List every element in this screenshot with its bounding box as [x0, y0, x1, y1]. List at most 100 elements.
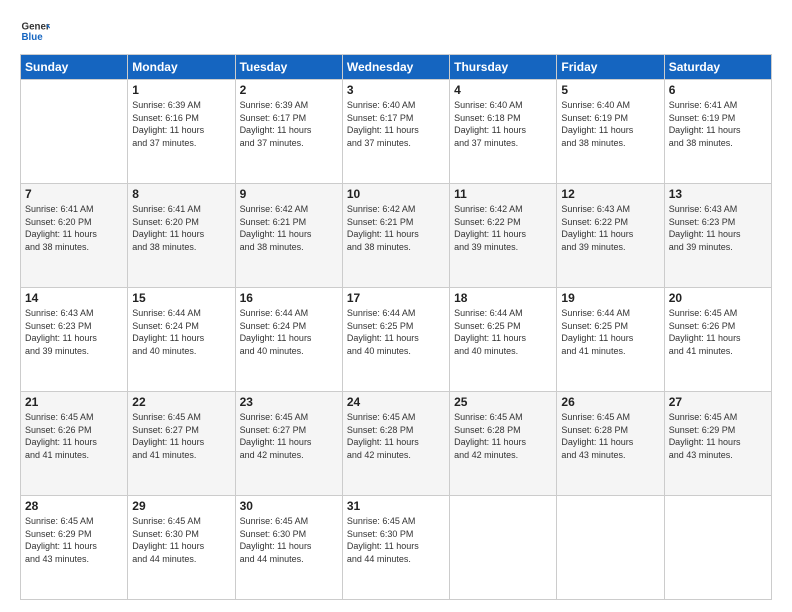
day-info: Sunrise: 6:44 AM Sunset: 6:24 PM Dayligh…: [132, 307, 230, 357]
day-number: 10: [347, 187, 445, 201]
day-number: 23: [240, 395, 338, 409]
day-info: Sunrise: 6:45 AM Sunset: 6:27 PM Dayligh…: [240, 411, 338, 461]
day-number: 12: [561, 187, 659, 201]
calendar-cell: 28 Sunrise: 6:45 AM Sunset: 6:29 PM Dayli…: [21, 496, 128, 600]
day-info: Sunrise: 6:44 AM Sunset: 6:25 PM Dayligh…: [454, 307, 552, 357]
week-row-2: 7 Sunrise: 6:41 AM Sunset: 6:20 PM Daylig…: [21, 184, 772, 288]
day-info: Sunrise: 6:45 AM Sunset: 6:26 PM Dayligh…: [669, 307, 767, 357]
week-row-5: 28 Sunrise: 6:45 AM Sunset: 6:29 PM Dayli…: [21, 496, 772, 600]
day-number: 20: [669, 291, 767, 305]
day-info: Sunrise: 6:43 AM Sunset: 6:22 PM Dayligh…: [561, 203, 659, 253]
calendar-cell: 26 Sunrise: 6:45 AM Sunset: 6:28 PM Dayli…: [557, 392, 664, 496]
calendar-cell: 29 Sunrise: 6:45 AM Sunset: 6:30 PM Dayli…: [128, 496, 235, 600]
calendar-cell: 5Sunrise: 6:40 AM Sunset: 6:19 PM Daylig…: [557, 80, 664, 184]
day-number: 1: [132, 83, 230, 97]
day-number: 4: [454, 83, 552, 97]
day-info: Sunrise: 6:44 AM Sunset: 6:25 PM Dayligh…: [561, 307, 659, 357]
day-info: Sunrise: 6:41 AM Sunset: 6:19 PM Dayligh…: [669, 99, 767, 149]
calendar-cell: 1Sunrise: 6:39 AM Sunset: 6:16 PM Daylig…: [128, 80, 235, 184]
calendar-cell: 21Sunrise: 6:45 AM Sunset: 6:26 PM Dayli…: [21, 392, 128, 496]
day-header-wednesday: Wednesday: [342, 55, 449, 80]
calendar-cell: 6 Sunrise: 6:41 AM Sunset: 6:19 PM Daylig…: [664, 80, 771, 184]
day-number: 26: [561, 395, 659, 409]
calendar-cell: 24 Sunrise: 6:45 AM Sunset: 6:28 PM Dayli…: [342, 392, 449, 496]
calendar-cell: 25Sunrise: 6:45 AM Sunset: 6:28 PM Dayli…: [450, 392, 557, 496]
day-info: Sunrise: 6:45 AM Sunset: 6:30 PM Dayligh…: [240, 515, 338, 565]
day-number: 24: [347, 395, 445, 409]
week-row-1: 1Sunrise: 6:39 AM Sunset: 6:16 PM Daylig…: [21, 80, 772, 184]
calendar-cell: [450, 496, 557, 600]
calendar-cell: 12 Sunrise: 6:43 AM Sunset: 6:22 PM Dayli…: [557, 184, 664, 288]
calendar-cell: 4Sunrise: 6:40 AM Sunset: 6:18 PM Daylig…: [450, 80, 557, 184]
day-number: 17: [347, 291, 445, 305]
logo-icon: General Blue: [20, 16, 50, 46]
day-header-thursday: Thursday: [450, 55, 557, 80]
day-number: 9: [240, 187, 338, 201]
day-info: Sunrise: 6:45 AM Sunset: 6:26 PM Dayligh…: [25, 411, 123, 461]
header-row: SundayMondayTuesdayWednesdayThursdayFrid…: [21, 55, 772, 80]
day-info: Sunrise: 6:45 AM Sunset: 6:28 PM Dayligh…: [454, 411, 552, 461]
calendar-cell: 11 Sunrise: 6:42 AM Sunset: 6:22 PM Dayli…: [450, 184, 557, 288]
calendar-cell: 9 Sunrise: 6:42 AM Sunset: 6:21 PM Daylig…: [235, 184, 342, 288]
day-info: Sunrise: 6:39 AM Sunset: 6:17 PM Dayligh…: [240, 99, 338, 149]
day-info: Sunrise: 6:42 AM Sunset: 6:21 PM Dayligh…: [347, 203, 445, 253]
day-number: 28: [25, 499, 123, 513]
calendar-table: SundayMondayTuesdayWednesdayThursdayFrid…: [20, 54, 772, 600]
day-info: Sunrise: 6:43 AM Sunset: 6:23 PM Dayligh…: [25, 307, 123, 357]
day-info: Sunrise: 6:45 AM Sunset: 6:27 PM Dayligh…: [132, 411, 230, 461]
day-number: 3: [347, 83, 445, 97]
calendar-cell: 13 Sunrise: 6:43 AM Sunset: 6:23 PM Dayli…: [664, 184, 771, 288]
day-number: 22: [132, 395, 230, 409]
calendar-cell: 23 Sunrise: 6:45 AM Sunset: 6:27 PM Dayli…: [235, 392, 342, 496]
day-header-monday: Monday: [128, 55, 235, 80]
day-header-sunday: Sunday: [21, 55, 128, 80]
day-info: Sunrise: 6:45 AM Sunset: 6:30 PM Dayligh…: [347, 515, 445, 565]
day-info: Sunrise: 6:45 AM Sunset: 6:28 PM Dayligh…: [561, 411, 659, 461]
day-number: 11: [454, 187, 552, 201]
calendar-cell: 27Sunrise: 6:45 AM Sunset: 6:29 PM Dayli…: [664, 392, 771, 496]
day-info: Sunrise: 6:43 AM Sunset: 6:23 PM Dayligh…: [669, 203, 767, 253]
day-number: 16: [240, 291, 338, 305]
day-number: 27: [669, 395, 767, 409]
calendar-cell: [664, 496, 771, 600]
svg-text:Blue: Blue: [22, 32, 44, 43]
calendar-cell: 20 Sunrise: 6:45 AM Sunset: 6:26 PM Dayli…: [664, 288, 771, 392]
day-number: 29: [132, 499, 230, 513]
day-number: 18: [454, 291, 552, 305]
day-info: Sunrise: 6:45 AM Sunset: 6:29 PM Dayligh…: [25, 515, 123, 565]
day-header-tuesday: Tuesday: [235, 55, 342, 80]
calendar-cell: 10 Sunrise: 6:42 AM Sunset: 6:21 PM Dayli…: [342, 184, 449, 288]
day-number: 15: [132, 291, 230, 305]
header: General Blue: [20, 16, 772, 46]
page: General Blue SundayMondayTuesdayWednesda…: [0, 0, 792, 612]
calendar-cell: 17 Sunrise: 6:44 AM Sunset: 6:25 PM Dayli…: [342, 288, 449, 392]
day-info: Sunrise: 6:44 AM Sunset: 6:24 PM Dayligh…: [240, 307, 338, 357]
day-number: 31: [347, 499, 445, 513]
day-info: Sunrise: 6:45 AM Sunset: 6:28 PM Dayligh…: [347, 411, 445, 461]
calendar-cell: 14Sunrise: 6:43 AM Sunset: 6:23 PM Dayli…: [21, 288, 128, 392]
day-number: 13: [669, 187, 767, 201]
day-info: Sunrise: 6:40 AM Sunset: 6:17 PM Dayligh…: [347, 99, 445, 149]
day-number: 7: [25, 187, 123, 201]
day-info: Sunrise: 6:41 AM Sunset: 6:20 PM Dayligh…: [25, 203, 123, 253]
calendar-cell: 7 Sunrise: 6:41 AM Sunset: 6:20 PM Daylig…: [21, 184, 128, 288]
svg-text:General: General: [22, 22, 51, 33]
day-info: Sunrise: 6:44 AM Sunset: 6:25 PM Dayligh…: [347, 307, 445, 357]
day-info: Sunrise: 6:40 AM Sunset: 6:19 PM Dayligh…: [561, 99, 659, 149]
day-number: 8: [132, 187, 230, 201]
day-number: 30: [240, 499, 338, 513]
day-info: Sunrise: 6:45 AM Sunset: 6:30 PM Dayligh…: [132, 515, 230, 565]
calendar-cell: 22 Sunrise: 6:45 AM Sunset: 6:27 PM Dayli…: [128, 392, 235, 496]
calendar-cell: 2Sunrise: 6:39 AM Sunset: 6:17 PM Daylig…: [235, 80, 342, 184]
calendar-cell: 18 Sunrise: 6:44 AM Sunset: 6:25 PM Dayli…: [450, 288, 557, 392]
day-number: 19: [561, 291, 659, 305]
calendar-cell: 30 Sunrise: 6:45 AM Sunset: 6:30 PM Dayli…: [235, 496, 342, 600]
day-number: 6: [669, 83, 767, 97]
week-row-4: 21Sunrise: 6:45 AM Sunset: 6:26 PM Dayli…: [21, 392, 772, 496]
logo: General Blue: [20, 16, 50, 46]
day-info: Sunrise: 6:41 AM Sunset: 6:20 PM Dayligh…: [132, 203, 230, 253]
calendar-cell: 3 Sunrise: 6:40 AM Sunset: 6:17 PM Daylig…: [342, 80, 449, 184]
day-header-saturday: Saturday: [664, 55, 771, 80]
day-info: Sunrise: 6:42 AM Sunset: 6:21 PM Dayligh…: [240, 203, 338, 253]
day-info: Sunrise: 6:42 AM Sunset: 6:22 PM Dayligh…: [454, 203, 552, 253]
